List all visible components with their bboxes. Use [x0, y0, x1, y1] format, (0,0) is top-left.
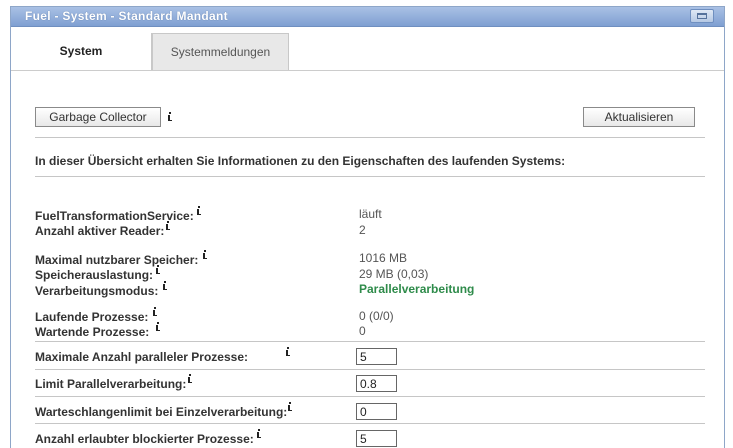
limit-parallel-label: Limit Parallelverarbeitung:	[35, 377, 187, 391]
divider	[35, 369, 705, 370]
garbage-collector-button[interactable]: Garbage Collector	[35, 107, 161, 127]
divider	[35, 341, 705, 342]
running-processes-value: 0 (0/0)	[359, 309, 394, 323]
divider	[35, 176, 705, 177]
info-icon[interactable]	[286, 347, 290, 356]
maximize-button[interactable]	[690, 9, 714, 23]
limit-parallel-input[interactable]	[356, 375, 397, 392]
system-window: Fuel - System - Standard Mandant System …	[10, 6, 725, 448]
queue-limit-input[interactable]	[356, 403, 397, 420]
info-icon[interactable]	[163, 281, 167, 290]
info-icon[interactable]	[288, 402, 292, 411]
reader-label: Anzahl aktiver Reader:	[35, 224, 165, 238]
waiting-processes-value: 0	[359, 324, 366, 338]
tab-systemmeldungen[interactable]: Systemmeldungen	[152, 33, 289, 70]
memory-label: Maximal nutzbarer Speicher:	[35, 253, 199, 267]
intro-text: In dieser Übersicht erhalten Sie Informa…	[35, 154, 566, 168]
usage-label: Speicherauslastung:	[35, 268, 154, 282]
tab-bar: System Systemmeldungen	[11, 27, 724, 71]
maximize-icon	[697, 13, 707, 19]
divider	[35, 137, 705, 138]
info-icon[interactable]	[156, 322, 160, 331]
blocked-processes-input[interactable]	[356, 430, 397, 447]
waiting-processes-label: Wartende Prozesse:	[35, 325, 150, 339]
running-processes-label: Laufende Prozesse:	[35, 310, 149, 324]
window-title: Fuel - System - Standard Mandant	[25, 9, 228, 23]
queue-limit-label: Warteschlangenlimit bei Einzelverarbeitu…	[35, 405, 288, 419]
mode-label: Verarbeitungsmodus:	[35, 284, 159, 298]
max-parallel-input[interactable]	[356, 348, 397, 365]
info-icon[interactable]	[203, 250, 207, 259]
usage-value: 29 MB (0,03)	[359, 267, 429, 281]
info-icon[interactable]	[168, 112, 172, 121]
divider	[35, 423, 705, 424]
blocked-processes-label: Anzahl erlaubter blockierter Prozesse:	[35, 432, 254, 446]
info-icon[interactable]	[166, 221, 170, 230]
reader-value: 2	[359, 223, 366, 237]
info-icon[interactable]	[197, 206, 201, 215]
divider	[35, 396, 705, 397]
title-bar: Fuel - System - Standard Mandant	[11, 7, 724, 27]
max-parallel-label: Maximale Anzahl paralleler Prozesse:	[35, 350, 248, 364]
refresh-button[interactable]: Aktualisieren	[583, 107, 695, 127]
info-icon[interactable]	[156, 265, 160, 274]
info-icon[interactable]	[188, 374, 192, 383]
mode-value: Parallelverarbeitung	[359, 282, 475, 296]
memory-value: 1016 MB	[359, 251, 408, 265]
info-icon[interactable]	[153, 307, 157, 316]
service-value: läuft	[359, 207, 382, 221]
tab-system[interactable]: System	[11, 33, 152, 70]
info-icon[interactable]	[257, 429, 261, 438]
